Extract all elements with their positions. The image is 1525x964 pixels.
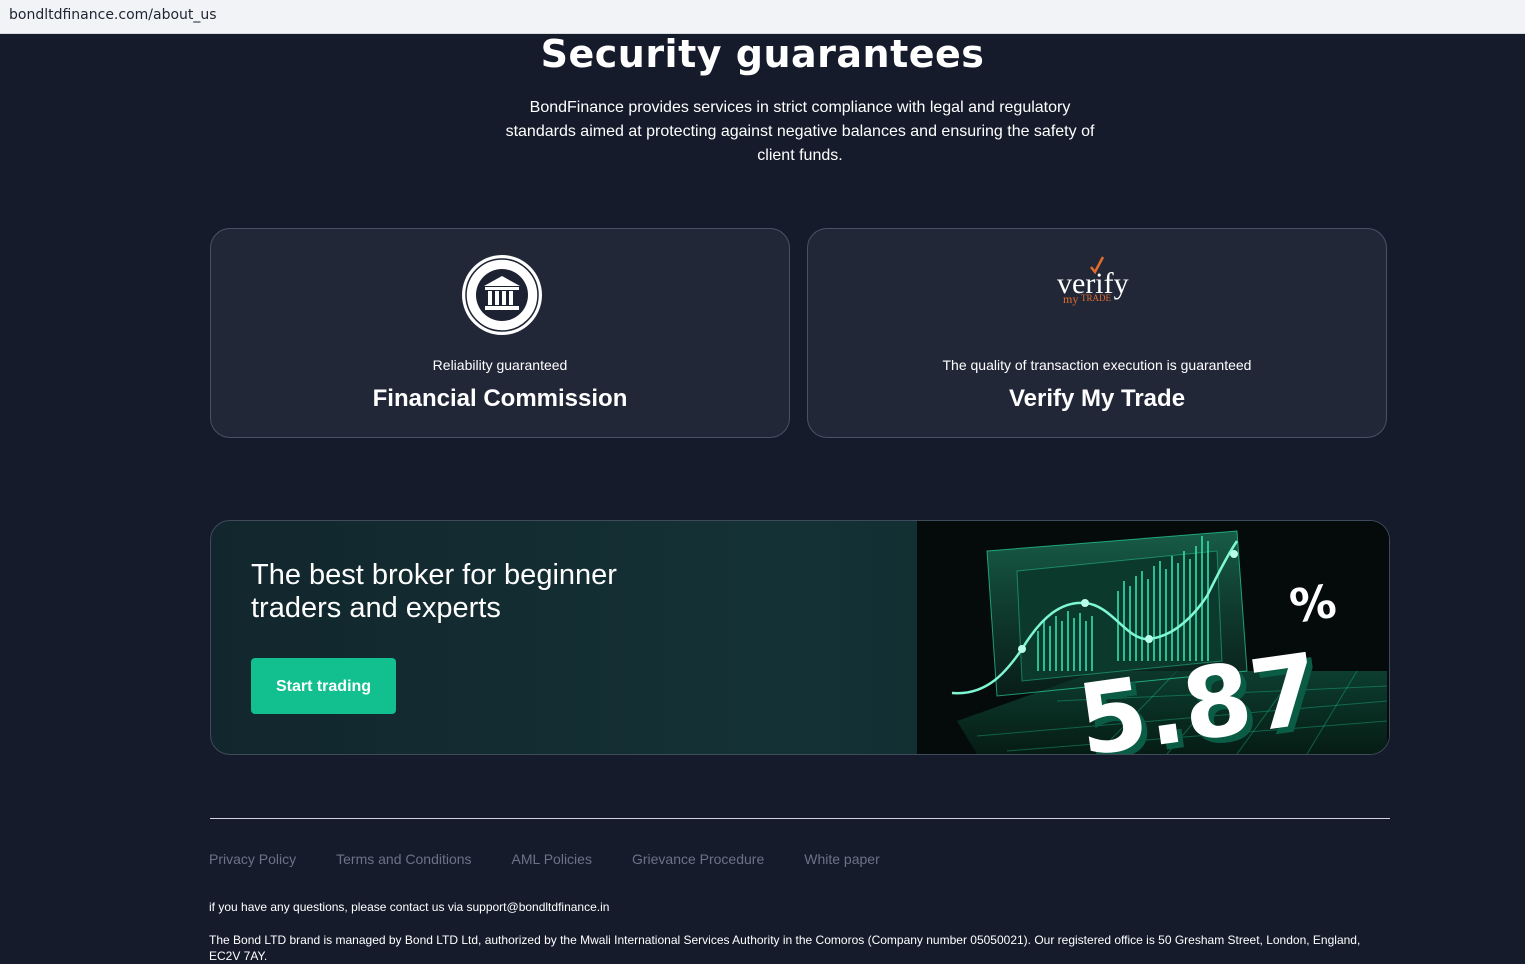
section-subtitle: BondFinance provides services in strict … [505,99,1095,164]
page-content: Security guarantees BondFinance provides… [0,32,1525,963]
verify-my-trade-logo-icon: verify my TRADE [1057,256,1129,306]
card-subtitle: Reliability guaranteed [432,357,568,373]
growth-chart-illustration-icon: 5.87 5.87 % [917,521,1389,754]
card-subtitle: The quality of transaction execution is … [942,357,1252,373]
contact-text: if you have any questions, please contac… [209,900,610,914]
banner-title: The best broker for beginner traders and… [251,559,617,624]
svg-text:TRADE: TRADE [1081,293,1111,303]
verify-my-trade-card: verify my TRADE The quality of transacti… [807,228,1387,438]
financial-commission-card: Reliability guaranteed Financial Commiss… [210,228,790,438]
svg-text:my: my [1063,292,1078,306]
section-title: Security guarantees [540,32,985,76]
footer-divider [210,818,1390,819]
aml-policies-link[interactable]: AML Policies [512,851,592,867]
legal-text: The Bond LTD brand is managed by Bond LT… [209,933,1361,963]
card-name: Financial Commission [372,385,628,412]
percent-sign: % [1286,574,1339,634]
browser-address-bar[interactable]: bondltdfinance.com/about_us [0,0,1525,34]
footer-nav: Privacy Policy Terms and Conditions AML … [209,851,880,867]
cta-banner: The best broker for beginner traders and… [210,520,1390,755]
terms-and-conditions-link[interactable]: Terms and Conditions [336,851,471,867]
start-trading-button[interactable]: Start trading [251,658,396,714]
grievance-procedure-link[interactable]: Grievance Procedure [632,851,764,867]
card-name: Verify My Trade [1008,385,1186,412]
white-paper-link[interactable]: White paper [804,851,879,867]
url-text[interactable]: bondltdfinance.com/about_us [9,7,217,23]
privacy-policy-link[interactable]: Privacy Policy [209,851,296,867]
financial-commission-logo-icon [462,255,542,335]
